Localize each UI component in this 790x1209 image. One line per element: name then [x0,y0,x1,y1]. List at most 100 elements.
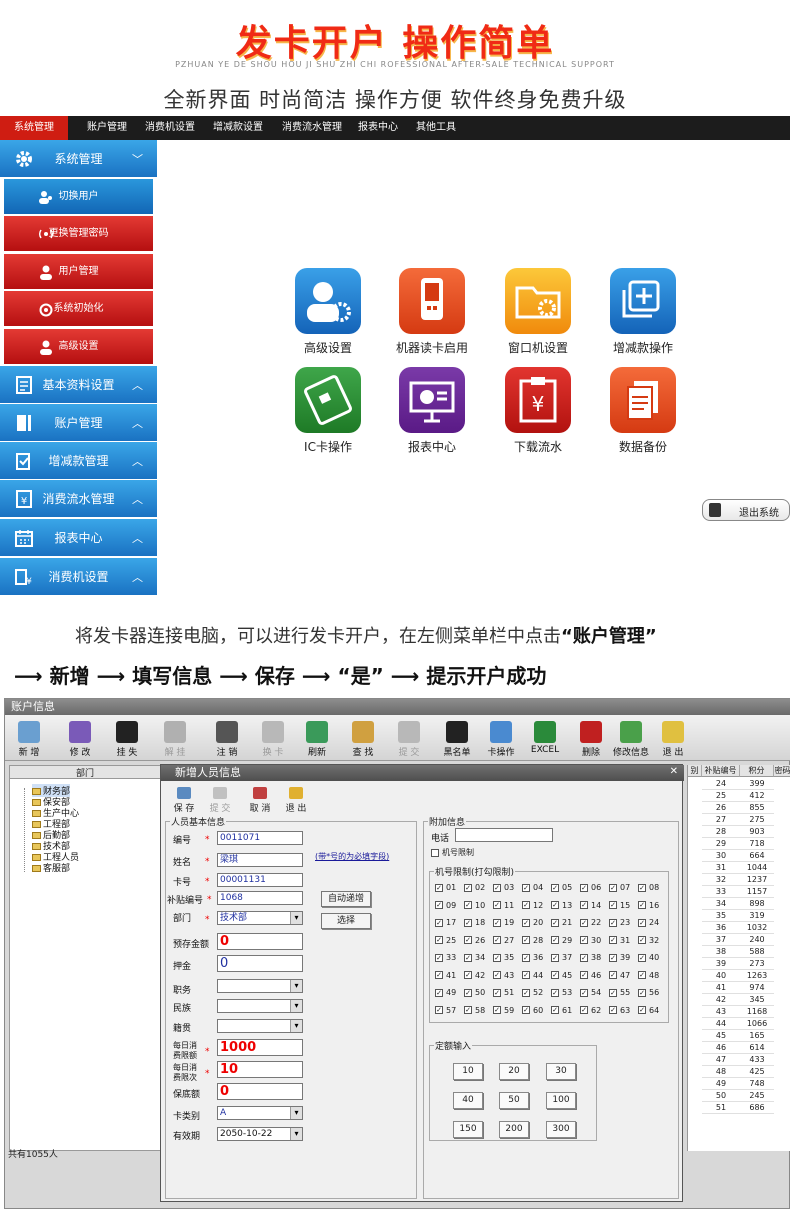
floor-amount-input[interactable]: 0 [217,1083,303,1100]
machine-checkbox[interactable]: ✓ 20 [522,918,543,927]
subsidy-number-input[interactable]: 1068 [217,891,303,905]
nav-report[interactable]: 报表中心 [354,116,402,140]
machine-checkbox[interactable]: ✓ 57 [435,1006,456,1015]
machine-checkbox[interactable]: ✓ 43 [493,971,514,980]
machine-checkbox[interactable]: ✓ 11 [493,901,514,910]
daily-times-input[interactable]: 10 [217,1061,303,1078]
machine-checkbox[interactable]: ✓ 37 [551,953,572,962]
machine-checkbox[interactable]: ✓ 53 [551,988,572,997]
submit-button[interactable]: 提 交 [389,719,429,759]
exit-system-button[interactable]: 退出系统 [702,499,790,521]
balance-adjust-app[interactable] [610,268,676,334]
id-number-input[interactable]: 0011071 [217,831,303,845]
close-button[interactable]: ✕ [648,766,678,779]
machine-checkbox[interactable]: ✓ 29 [551,936,572,945]
machine-checkbox[interactable]: ✓ 62 [580,1006,601,1015]
quota-button[interactable]: 150 [453,1121,483,1138]
department-select[interactable]: 技术部 [217,911,303,925]
machine-checkbox[interactable]: ✓ 49 [435,988,456,997]
quota-button[interactable]: 40 [453,1092,483,1109]
nav-balance-adjust[interactable]: 增减款设置 [207,116,269,140]
machine-checkbox[interactable]: ✓ 15 [609,901,630,910]
nav-consume-flow[interactable]: 消费流水管理 [276,116,348,140]
sidebar-sub-switch-user[interactable]: 切换用户 [4,179,153,215]
machine-checkbox[interactable]: ✓ 34 [464,953,485,962]
save-button[interactable]: 保 存 [171,787,197,814]
machine-checkbox[interactable]: ✓ 30 [580,936,601,945]
machine-checkbox[interactable]: ✓ 03 [493,883,514,892]
card-type-select[interactable]: A [217,1106,303,1120]
sidebar-consume-flow[interactable]: ¥ 消费流水管理 ︿ [0,480,157,518]
machine-checkbox[interactable]: ✓ 35 [493,953,514,962]
machine-checkbox[interactable]: ✓ 17 [435,918,456,927]
machine-checkbox[interactable]: ✓ 05 [551,883,572,892]
machine-checkbox[interactable]: ✓ 39 [609,953,630,962]
sidebar-sub-change-password[interactable]: 更换管理密码 [4,216,153,252]
cancel-button[interactable]: 取 消 [247,787,273,814]
machine-checkbox[interactable]: ✓ 50 [464,988,485,997]
machine-checkbox[interactable]: ✓ 32 [638,936,659,945]
expiry-date-select[interactable]: 2050-10-22 [217,1127,303,1141]
daily-limit-input[interactable]: 1000 [217,1039,303,1056]
quota-button[interactable]: 20 [499,1063,529,1080]
machine-checkbox[interactable]: ✓ 64 [638,1006,659,1015]
quota-button[interactable]: 30 [546,1063,576,1080]
prepaid-amount-input[interactable]: 0 [217,933,303,950]
sidebar-account-management[interactable]: 账户管理 ︿ [0,404,157,442]
tree-node[interactable]: 客服部 [32,861,70,874]
add-button[interactable]: 新 增 [9,719,49,759]
machine-checkbox[interactable]: ✓ 02 [464,883,485,892]
ic-card-app[interactable] [295,367,361,433]
sidebar-consume-machine[interactable]: ¥ 消费机设置 ︿ [0,558,157,596]
sidebar-report-center[interactable]: 报表中心 ︿ [0,519,157,557]
download-flow-app[interactable]: ¥ [505,367,571,433]
machine-checkbox[interactable]: ✓ 51 [493,988,514,997]
machine-checkbox[interactable]: ✓ 63 [609,1006,630,1015]
machine-checkbox[interactable]: ✓ 14 [580,901,601,910]
machine-checkbox[interactable]: ✓ 27 [493,936,514,945]
machine-card-read-app[interactable] [399,268,465,334]
job-select[interactable] [217,979,303,993]
sidebar-sub-system-init[interactable]: 系统初始化 [4,291,153,327]
quota-button[interactable]: 10 [453,1063,483,1080]
cancel-account-button[interactable]: 注 销 [207,719,247,759]
machine-checkbox[interactable]: ✓ 46 [580,971,601,980]
machine-checkbox[interactable]: ✓ 16 [638,901,659,910]
machine-checkbox[interactable]: ✓ 09 [435,901,456,910]
sidebar-sub-advanced[interactable]: 高级设置 [4,329,153,365]
delete-button[interactable]: 删除 [571,719,611,759]
machine-checkbox[interactable]: ✓ 56 [638,988,659,997]
sidebar-balance-management[interactable]: 增减款管理 ︿ [0,442,157,480]
excel-button[interactable]: EXCEL [525,719,565,759]
exit-button[interactable]: 退 出 [653,719,693,759]
machine-checkbox[interactable]: ✓ 55 [609,988,630,997]
card-operation-button[interactable]: 卡操作 [481,719,521,759]
machine-checkbox[interactable]: ✓ 23 [609,918,630,927]
refresh-button[interactable]: 刷新 [297,719,337,759]
nav-tools[interactable]: 其他工具 [410,116,462,140]
advanced-settings-app[interactable] [295,268,361,334]
edit-button[interactable]: 修 改 [60,719,100,759]
nav-consume-machine[interactable]: 消费机设置 [140,116,200,140]
machine-checkbox[interactable]: ✓ 18 [464,918,485,927]
machine-checkbox[interactable]: ✓ 06 [580,883,601,892]
machine-checkbox[interactable]: ✓ 21 [551,918,572,927]
blacklist-button[interactable]: 黑名单 [437,719,477,759]
machine-checkbox[interactable]: ✓ 13 [551,901,572,910]
machine-checkbox[interactable]: ✓ 41 [435,971,456,980]
phone-input[interactable] [455,828,553,842]
machine-checkbox[interactable]: ✓ 33 [435,953,456,962]
sidebar-sub-user-management[interactable]: 用户管理 [4,254,153,290]
data-backup-app[interactable] [610,367,676,433]
machine-checkbox[interactable]: ✓ 10 [464,901,485,910]
machine-checkbox[interactable]: ✓ 07 [609,883,630,892]
exit-button[interactable]: 退 出 [283,787,309,814]
machine-checkbox[interactable]: ✓ 54 [580,988,601,997]
machine-checkbox[interactable]: ✓ 59 [493,1006,514,1015]
auto-increment-button[interactable]: 自动递增 [321,891,371,907]
quota-button[interactable]: 100 [546,1092,576,1109]
machine-checkbox[interactable]: ✓ 31 [609,936,630,945]
machine-limit-checkbox[interactable]: 机号限制 [431,847,474,858]
sidebar-basic-info[interactable]: 基本资料设置 ︿ [0,366,157,404]
unfreeze-button[interactable]: 解 挂 [155,719,195,759]
